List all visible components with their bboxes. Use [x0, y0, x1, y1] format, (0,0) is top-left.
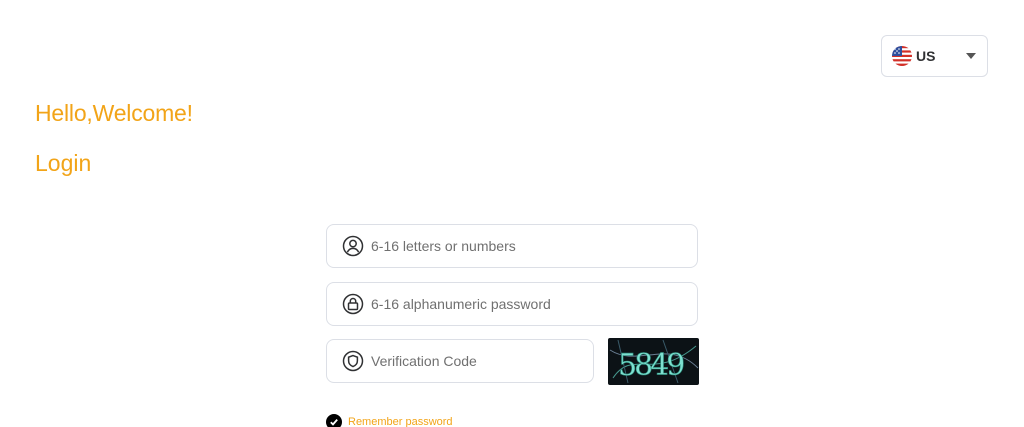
- language-label: US: [916, 48, 936, 64]
- captcha-text: 5849: [618, 348, 684, 383]
- checkmark-icon: [326, 414, 342, 427]
- language-selector[interactable]: US: [881, 35, 988, 77]
- us-flag-icon: [892, 46, 912, 66]
- shield-icon: [342, 350, 364, 372]
- caret-down-icon: [966, 53, 976, 59]
- remember-password-label: Remember password: [348, 416, 453, 427]
- username-input[interactable]: [371, 225, 697, 267]
- lock-icon: [342, 293, 364, 315]
- greeting-heading: Hello,Welcome!: [35, 100, 193, 126]
- remember-password-toggle[interactable]: Remember password: [326, 414, 453, 427]
- username-field[interactable]: [326, 224, 698, 268]
- password-input[interactable]: [371, 283, 697, 325]
- verification-code-input[interactable]: [371, 340, 593, 382]
- verification-code-field[interactable]: [326, 339, 594, 383]
- captcha-image[interactable]: 5849: [608, 338, 699, 385]
- password-field[interactable]: [326, 282, 698, 326]
- page-title: Login: [35, 150, 92, 176]
- user-icon: [342, 235, 364, 257]
- login-page: US Hello,Welcome! Login 6-16 letters or …: [0, 0, 1024, 427]
